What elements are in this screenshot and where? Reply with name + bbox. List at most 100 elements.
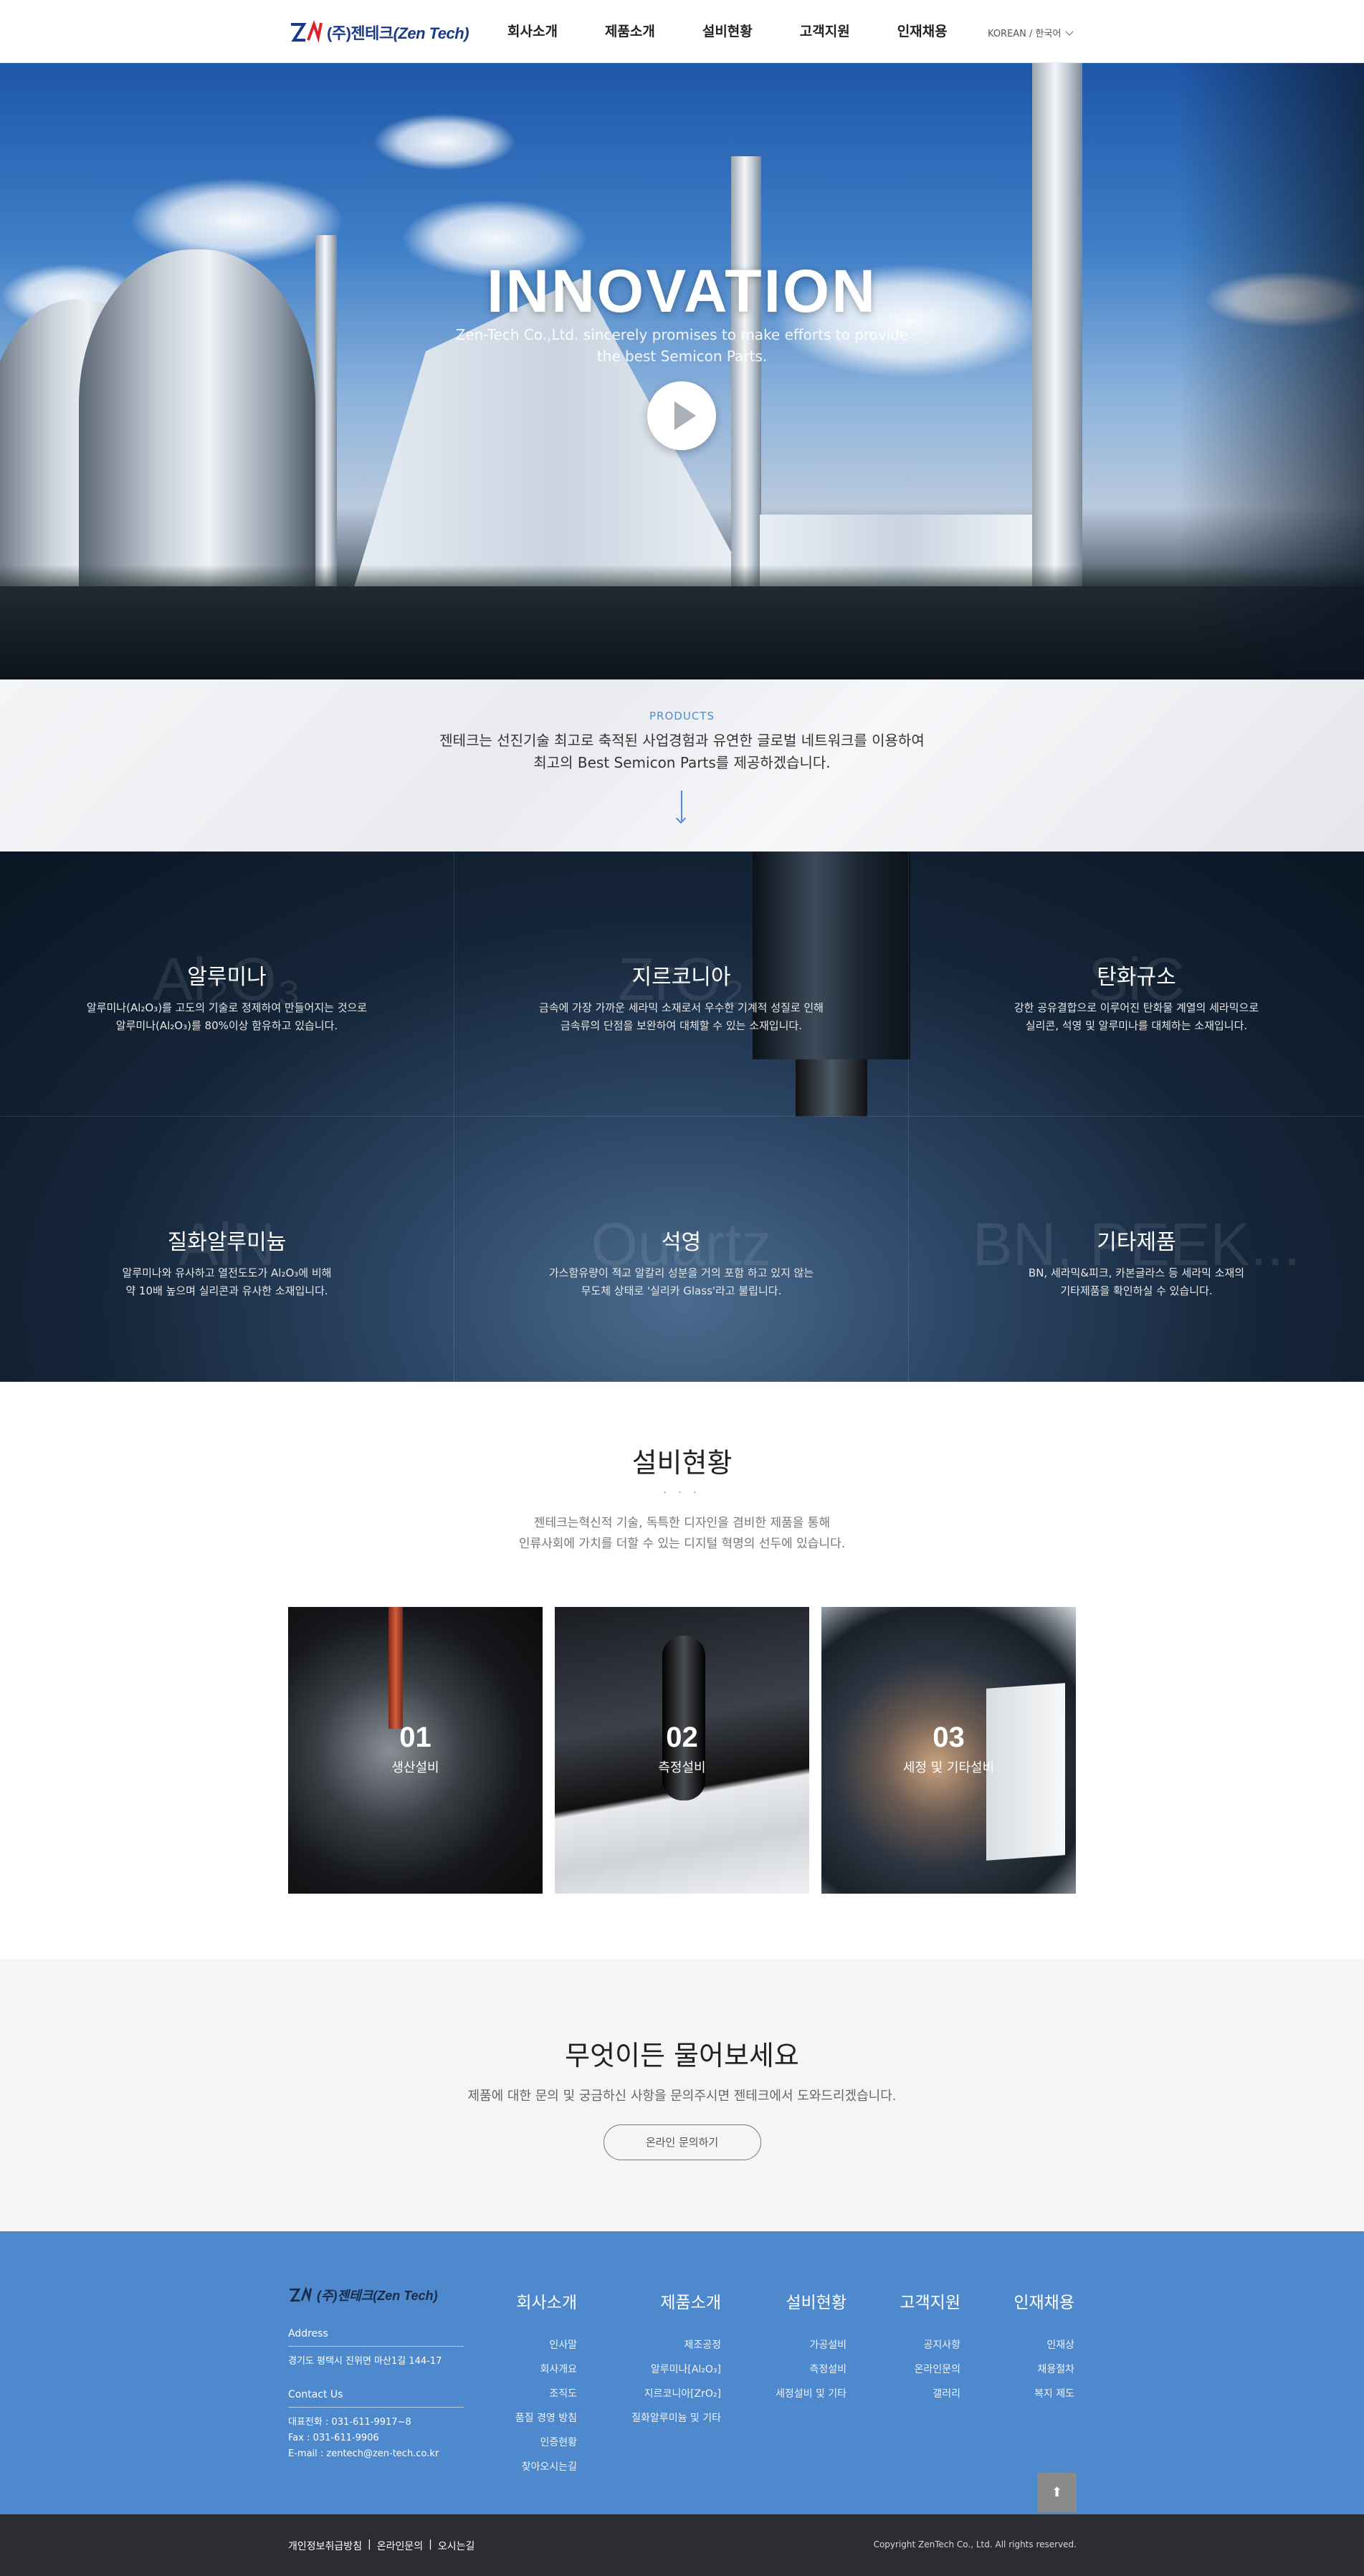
product-title: 기타제품 [1097, 1230, 1176, 1255]
play-button[interactable] [647, 381, 716, 450]
language-selector[interactable]: KOREAN / 한국어 [988, 26, 1074, 39]
product-desc-line: 약 10배 높으며 실리콘과 유사한 소재입니다. [125, 1284, 328, 1297]
email-text: E-mail : zentech@zen-tech.co.kr [288, 2448, 439, 2459]
address-text: 경기도 평택시 진위면 마산1길 144-17 [288, 2356, 442, 2367]
product-desc: 알루미나와 유사하고 열전도도가 Al₂O₃에 비해약 10배 높으며 실리콘과… [0, 1264, 454, 1300]
card-name: 생산설비 [391, 1760, 439, 1775]
logo[interactable]: (주)젠테크(Zen Tech) [290, 20, 469, 44]
products-intro: PRODUCTS 젠테크는 선진기술 최고로 축적된 사업경험과 유연한 글로벌… [0, 679, 1364, 851]
equipment-description-line: 인류사회에 가치를 더할 수 있는 디지털 혁명의 선두에 있습니다. [518, 1537, 846, 1551]
footer-col-equipment: 설비현황 가공설비 측정설비 세정설비 및 기타 [776, 2289, 846, 2406]
bottom-links: 개인정보취급방침 | 온라인문의 | 오시는길 [288, 2539, 474, 2553]
inquiry-description: 제품에 대한 문의 및 궁금하신 사항을 문의주시면 젠테크에서 도와드리겠습니… [467, 2089, 897, 2104]
footer-logo[interactable]: (주)젠테크(Zen Tech) [288, 2286, 438, 2304]
footer-link[interactable]: 온라인문의 [900, 2357, 960, 2382]
product-desc-line: 금속에 가장 가까운 세라믹 소재로서 우수한 기계적 성질로 인해 [539, 1001, 824, 1014]
product-alumina[interactable]: Al₂O₃ 알루미나 알루미나(Al₂O₃)를 고도의 기술로 정제하여 만들어… [0, 851, 454, 1117]
card-name: 세정 및 기타설비 [902, 1760, 995, 1775]
product-desc: 금속에 가장 가까운 세라믹 소재로서 우수한 기계적 성질로 인해 금속류의 단… [454, 999, 908, 1035]
site-header: (주)젠테크(Zen Tech) 회사소개 제품소개 설비현황 고객지원 인재채… [0, 0, 1364, 63]
footer-col-support: 고객지원 공지사항 온라인문의 갤러리 [900, 2289, 960, 2406]
product-quartz[interactable]: Quartz 석영 가스함유량이 적고 알칼리 성분을 거의 포함 하고 있지 … [454, 1117, 909, 1382]
product-desc-line: 알루미나와 유사하고 열전도도가 Al₂O₃에 비해 [122, 1266, 332, 1279]
card-number: 02 [666, 1722, 698, 1753]
product-zirconia[interactable]: ZrO₂ 지르코니아 금속에 가장 가까운 세라믹 소재로서 우수한 기계적 성… [454, 851, 909, 1117]
online-inquiry-button[interactable]: 온라인 문의하기 [603, 2124, 761, 2160]
hero-banner: INNOVATION Zen-Tech Co.,Ltd. sincerely p… [0, 63, 1364, 679]
footer-link[interactable]: 지르코니아[ZrO₂] [631, 2382, 721, 2406]
language-label: KOREAN / 한국어 [988, 29, 1062, 39]
product-sic[interactable]: SiC 탄화규소 강한 공유결합으로 이루어진 탄화물 계열의 세라믹으로 실리콘… [909, 851, 1364, 1117]
cloud-shape [129, 178, 344, 264]
footer-col-title: 고객지원 [900, 2294, 960, 2312]
title-dots: · · · [663, 1487, 701, 1499]
separator: | [368, 2539, 371, 2550]
copyright: Copyright ZenTech Co., Ltd. All rights r… [873, 2539, 1077, 2549]
product-desc-line: 알루미나(Al₂O₃)를 고도의 기술로 정제하여 만들어지는 것으로 [86, 1001, 368, 1014]
separator: | [429, 2539, 432, 2550]
footer-link[interactable]: 찾아오시는길 [515, 2455, 577, 2479]
footer-link[interactable]: 품질 경영 방침 [515, 2406, 577, 2430]
products-grid: Al₂O₃ 알루미나 알루미나(Al₂O₃)를 고도의 기술로 정제하여 만들어… [0, 851, 1364, 1382]
footer-link[interactable]: 채용절차 [1014, 2357, 1074, 2382]
footer-logo-text: (주)젠테크(Zen Tech) [317, 2289, 438, 2303]
equipment-description-line: 젠테크는혁신적 기술, 독특한 디자인을 겸비한 제품을 통해 [533, 1516, 831, 1530]
equipment-card-cleaning[interactable]: 03 세정 및 기타설비 [821, 1607, 1076, 1894]
footer-link[interactable]: 공지사항 [900, 2333, 960, 2357]
tool-shape [388, 1607, 403, 1729]
footer-link[interactable]: 제조공정 [631, 2333, 721, 2357]
zen-logo-icon [290, 20, 323, 44]
product-desc: BN, 세라믹&피크, 카본글라스 등 세라믹 소재의 기타제품을 확인하실 수 … [909, 1264, 1364, 1300]
inquiry-section: 무엇이든 물어보세요 제품에 대한 문의 및 궁금하신 사항을 문의주시면 젠테… [0, 1959, 1364, 2231]
logo-text: (주)젠테크(Zen Tech) [327, 24, 469, 42]
bottom-bar: 개인정보취급방침 | 온라인문의 | 오시는길 Copyright ZenTec… [0, 2514, 1364, 2576]
product-desc-line: 실리콘, 석영 및 알루미나를 대체하는 소재입니다. [1025, 1019, 1248, 1032]
footer-link[interactable]: 측정설비 [776, 2357, 846, 2382]
product-title: 석영 [661, 1230, 702, 1255]
footer-link[interactable]: 복지 제도 [1014, 2382, 1074, 2406]
nav-company[interactable]: 회사소개 [507, 0, 558, 63]
product-etc[interactable]: BN, PEEK... 기타제품 BN, 세라믹&피크, 카본글라스 등 세라믹… [909, 1117, 1364, 1382]
equipment-cards: 01 생산설비 02 측정설비 03 세정 및 기타설비 [288, 1607, 1077, 1894]
stack-shape [731, 156, 761, 629]
nav-recruit[interactable]: 인재채용 [897, 0, 948, 63]
footer-link[interactable]: 조직도 [515, 2382, 577, 2406]
online-inquiry-link[interactable]: 온라인문의 [377, 2539, 423, 2553]
product-desc-line: 무도체 상태로 '실리카 Glass'라고 불립니다. [581, 1284, 782, 1297]
equipment-card-measurement[interactable]: 02 측정설비 [555, 1607, 809, 1894]
product-desc-line: 가스함유량이 적고 알칼리 성분을 거의 포함 하고 있지 않는 [548, 1266, 814, 1279]
footer-col-title: 회사소개 [516, 2294, 577, 2312]
product-title: 질화알루미늄 [167, 1230, 287, 1255]
footer-link[interactable]: 질화알루미늄 및 기타 [631, 2406, 721, 2430]
footer-link[interactable]: 가공설비 [776, 2333, 846, 2357]
hero-subtitle-line: Zen-Tech Co.,Ltd. sincerely promises to … [455, 326, 909, 343]
address-block: Address 경기도 평택시 진위면 마산1길 144-17 [288, 2326, 464, 2370]
nav-products[interactable]: 제품소개 [605, 0, 655, 63]
product-desc: 알루미나(Al₂O₃)를 고도의 기술로 정제하여 만들어지는 것으로알루미나(… [0, 999, 454, 1035]
product-aln[interactable]: AlN 질화알루미늄 알루미나와 유사하고 열전도도가 Al₂O₃에 비해 약 1… [0, 1117, 454, 1382]
product-title: 지르코니아 [631, 965, 731, 990]
privacy-policy-link[interactable]: 개인정보취급방침 [288, 2539, 362, 2553]
arrow-down-icon [681, 791, 682, 821]
footer-link[interactable]: 갤러리 [900, 2382, 960, 2406]
product-desc-line: 알루미나(Al₂O₃)를 80%이상 함유하고 있습니다. [115, 1019, 338, 1032]
product-desc: 강한 공유결합으로 이루어진 탄화물 계열의 세라믹으로 실리콘, 석영 및 알루… [909, 999, 1364, 1035]
ground-shape [0, 586, 1364, 679]
footer-link[interactable]: 인증현황 [515, 2430, 577, 2455]
footer-link[interactable]: 인재상 [1014, 2333, 1074, 2357]
directions-link[interactable]: 오시는길 [438, 2539, 475, 2553]
tel-text: 대표전화 : 031-611-9917~8 [288, 2417, 411, 2428]
footer-link[interactable]: 세정설비 및 기타 [776, 2382, 846, 2406]
hero-subtitle-line: the best Semicon Parts. [596, 348, 768, 365]
play-icon [674, 401, 696, 430]
footer-link[interactable]: 알루미나[Al₂O₃] [631, 2357, 721, 2382]
products-description-line: 최고의 Best Semicon Parts를 제공하겠습니다. [533, 754, 831, 771]
scroll-top-button[interactable]: ⬆ [1037, 2473, 1077, 2512]
nav-support[interactable]: 고객지원 [800, 0, 850, 63]
footer-link[interactable]: 회사개요 [515, 2357, 577, 2382]
inquiry-title: 무엇이든 물어보세요 [565, 2040, 799, 2071]
nav-equipment[interactable]: 설비현황 [702, 0, 753, 63]
product-desc-line: 기타제품을 확인하실 수 있습니다. [1060, 1284, 1213, 1297]
equipment-card-production[interactable]: 01 생산설비 [288, 1607, 543, 1894]
footer-link[interactable]: 인사말 [515, 2333, 577, 2357]
